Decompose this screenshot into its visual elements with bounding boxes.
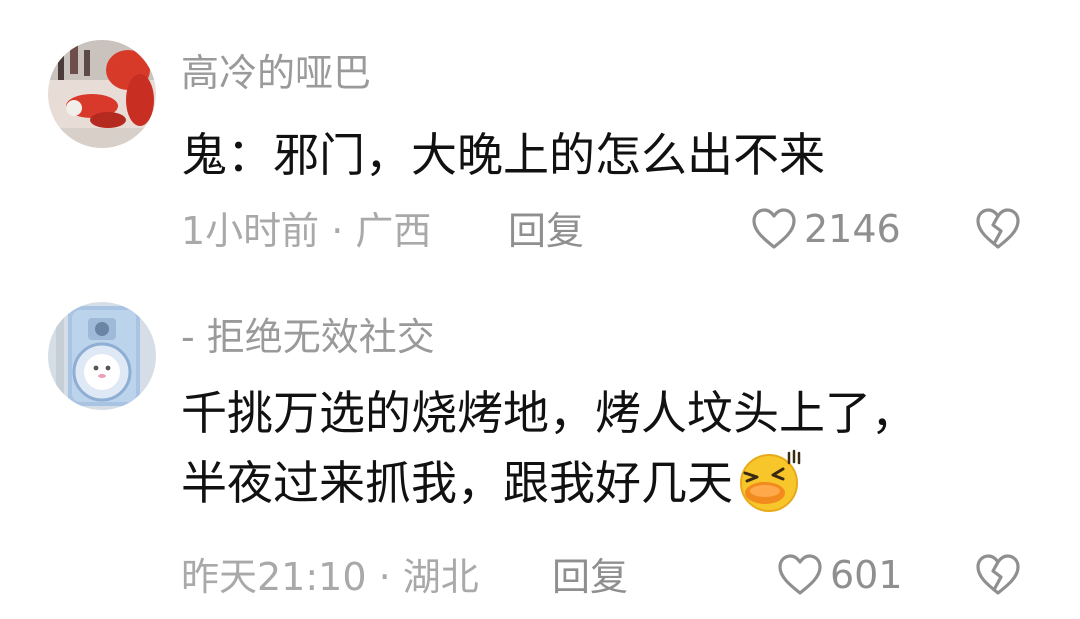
- comment-time-location: 昨天21:10 · 湖北: [181, 555, 479, 599]
- username[interactable]: - 拒绝无效社交: [181, 318, 435, 356]
- reply-button[interactable]: 回复: [508, 212, 584, 250]
- like-button[interactable]: 601: [776, 552, 903, 598]
- comment-item: - 拒绝无效社交 千挑万选的烧烤地，烤人坟头上了， 半夜过来抓我，跟我好几天 昨…: [0, 290, 1080, 619]
- like-count: 601: [830, 553, 903, 597]
- heart-outline-icon: [778, 554, 822, 595]
- dislike-button[interactable]: [974, 206, 1022, 252]
- blue-camera-avatar-icon: [48, 302, 156, 410]
- comment-time-location: 1小时前 · 广西: [181, 209, 432, 253]
- dislike-button[interactable]: [974, 552, 1022, 598]
- comment-text: 鬼：邪门，大晚上的怎么出不来: [181, 120, 825, 190]
- reply-button[interactable]: 回复: [552, 558, 628, 596]
- christmas-figures-avatar-icon: [48, 40, 156, 148]
- like-button[interactable]: 2146: [750, 206, 901, 252]
- comment-item: 高冷的哑巴 鬼：邪门，大晚上的怎么出不来 1小时前 · 广西 回复 2146: [0, 0, 1080, 290]
- comment-text-line: 千挑万选的烧烤地，烤人坟头上了，: [181, 386, 917, 440]
- comment-text-line: 鬼：邪门，大晚上的怎么出不来: [181, 128, 825, 182]
- comment-text-line-with-emoji: 半夜过来抓我，跟我好几天: [181, 448, 917, 521]
- broken-heart-icon: [976, 208, 1020, 249]
- heart-outline-icon: [752, 208, 796, 249]
- user-avatar[interactable]: [48, 40, 156, 148]
- broken-heart-icon: [976, 554, 1020, 595]
- like-count: 2146: [804, 207, 901, 251]
- username[interactable]: 高冷的哑巴: [181, 54, 371, 92]
- user-avatar[interactable]: [48, 302, 156, 410]
- comment-text-line: 半夜过来抓我，跟我好几天: [181, 456, 733, 510]
- comment-text: 千挑万选的烧烤地，烤人坟头上了， 半夜过来抓我，跟我好几天: [181, 378, 917, 521]
- laughing-duck-emoji-icon: [735, 447, 803, 515]
